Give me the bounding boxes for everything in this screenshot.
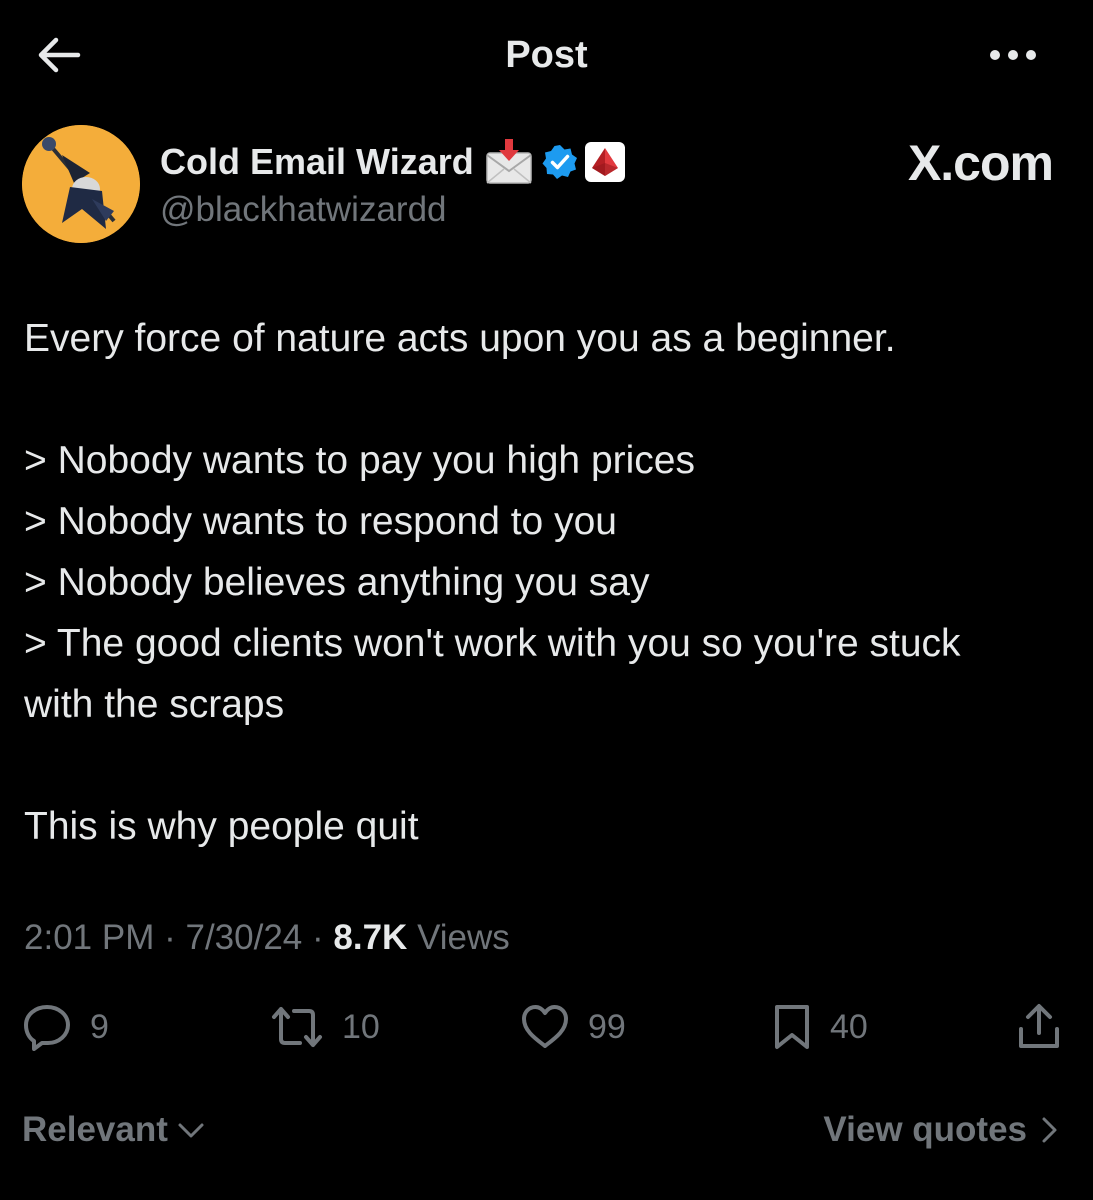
repost-icon bbox=[272, 1007, 322, 1047]
like-button[interactable]: 99 bbox=[520, 995, 626, 1059]
reply-icon bbox=[24, 1005, 70, 1051]
x-com-watermark: X.com bbox=[907, 135, 1054, 191]
post-line: > Nobody believes anything you say bbox=[24, 561, 650, 604]
post-line: This is why people quit bbox=[24, 805, 419, 848]
verified-badge-icon[interactable] bbox=[542, 144, 578, 180]
reply-count: 9 bbox=[90, 1007, 109, 1046]
replies-toolbar: Relevant View quotes bbox=[0, 1100, 1093, 1164]
views-label[interactable]: Views bbox=[417, 918, 510, 957]
bookmark-button[interactable]: 40 bbox=[772, 995, 868, 1059]
heart-icon bbox=[522, 1005, 568, 1048]
post-line: > The good clients won't work with you s… bbox=[24, 622, 961, 726]
meta-separator: · bbox=[164, 918, 176, 957]
incoming-envelope-icon bbox=[484, 139, 534, 185]
post-date[interactable]: 7/30/24 bbox=[185, 918, 302, 957]
action-bar: 9 10 99 40 bbox=[0, 995, 1093, 1059]
more-horizontal-icon bbox=[990, 50, 1036, 60]
like-count: 99 bbox=[588, 1007, 626, 1046]
display-name[interactable]: Cold Email Wizard bbox=[160, 141, 474, 183]
repost-count: 10 bbox=[342, 1007, 380, 1046]
bookmark-count: 40 bbox=[830, 1007, 868, 1046]
avatar[interactable] bbox=[22, 125, 140, 243]
share-icon bbox=[1019, 1004, 1059, 1048]
meta-separator: · bbox=[312, 918, 324, 957]
view-quotes-label: View quotes bbox=[823, 1110, 1027, 1149]
top-bar: Post bbox=[0, 0, 1093, 110]
share-button[interactable] bbox=[1016, 995, 1062, 1059]
post-line: > Nobody wants to respond to you bbox=[24, 500, 617, 543]
affiliate-pyramid-icon[interactable] bbox=[584, 141, 626, 183]
post-time[interactable]: 2:01 PM bbox=[24, 918, 154, 957]
author-handle[interactable]: @blackhatwizardd bbox=[160, 190, 447, 230]
chevron-down-icon bbox=[178, 1123, 204, 1138]
post-text: Every force of nature acts upon you as a… bbox=[24, 308, 1064, 857]
reply-button[interactable]: 9 bbox=[22, 995, 109, 1059]
post-meta: 2:01 PM · 7/30/24 · 8.7K Views bbox=[24, 918, 510, 958]
views-count[interactable]: 8.7K bbox=[333, 918, 407, 957]
paragraph-break bbox=[24, 735, 1064, 796]
post-line: > Nobody wants to pay you high prices bbox=[24, 439, 695, 482]
more-options-button[interactable] bbox=[985, 38, 1041, 72]
paragraph-break bbox=[24, 369, 1064, 430]
sort-replies-button[interactable]: Relevant bbox=[22, 1110, 206, 1150]
bookmark-icon bbox=[775, 1005, 809, 1049]
page-title: Post bbox=[505, 34, 588, 76]
post-line: Every force of nature acts upon you as a… bbox=[24, 317, 896, 360]
wizard-avatar-image bbox=[22, 125, 140, 243]
sort-label: Relevant bbox=[22, 1110, 168, 1149]
repost-button[interactable]: 10 bbox=[270, 995, 380, 1059]
view-quotes-link[interactable]: View quotes bbox=[823, 1110, 1059, 1150]
chevron-right-icon bbox=[1042, 1117, 1057, 1143]
author-name-row[interactable]: Cold Email Wizard bbox=[160, 137, 626, 187]
